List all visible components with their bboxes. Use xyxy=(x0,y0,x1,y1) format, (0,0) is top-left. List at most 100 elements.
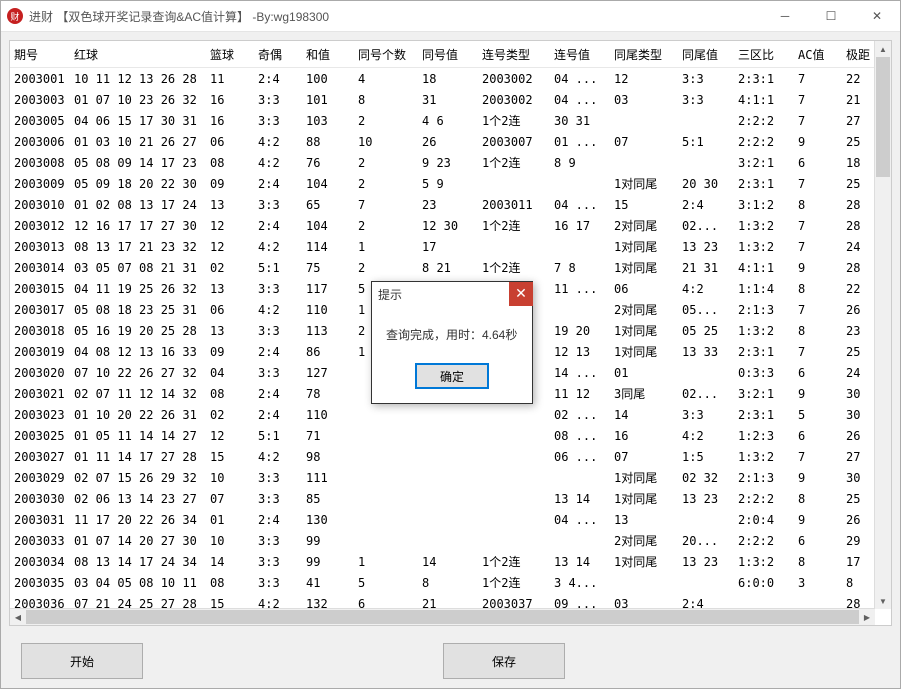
cell: 26 xyxy=(842,425,875,446)
col-header[interactable]: AC值 xyxy=(794,41,842,68)
cell: 7 8 xyxy=(550,257,610,278)
cell: 25 xyxy=(842,173,875,194)
cell: 110 xyxy=(302,299,354,320)
col-header[interactable]: 篮球 xyxy=(206,41,254,68)
cell: 3:2:1 xyxy=(734,383,794,404)
col-header[interactable]: 同号个数 xyxy=(354,41,418,68)
cell: 1:3:2 xyxy=(734,236,794,257)
cell: 1个2连 xyxy=(478,572,550,593)
save-button[interactable]: 保存 xyxy=(443,643,565,679)
cell: 02 ... xyxy=(550,404,610,425)
table-row[interactable]: 200301403 05 07 08 21 31025:17528 211个2连… xyxy=(10,257,875,278)
cell: 1:3:2 xyxy=(734,320,794,341)
table-row[interactable]: 200300504 06 15 17 30 31163:310324 61个2连… xyxy=(10,110,875,131)
table-row[interactable]: 200301308 13 17 21 23 32124:21141171对同尾1… xyxy=(10,236,875,257)
cell: 04 ... xyxy=(550,509,610,530)
cell: 6 xyxy=(794,530,842,551)
cell: 4:2 xyxy=(254,131,302,152)
col-header[interactable]: 和值 xyxy=(302,41,354,68)
cell: 12 xyxy=(206,215,254,236)
dialog-body: 查询完成，用时：4.64秒 xyxy=(372,306,532,353)
cell: 9 23 xyxy=(418,152,478,173)
cell: 2:3:1 xyxy=(734,404,794,425)
cell: 07 xyxy=(610,131,678,152)
cell: 1:3:2 xyxy=(734,215,794,236)
col-header[interactable]: 极距 xyxy=(842,41,875,68)
cell: 4:2 xyxy=(678,278,734,299)
col-header[interactable]: 同尾值 xyxy=(678,41,734,68)
col-header[interactable]: 奇偶 xyxy=(254,41,302,68)
table-row[interactable]: 200301001 02 08 13 17 24133:365723200301… xyxy=(10,194,875,215)
col-header[interactable]: 同尾类型 xyxy=(610,41,678,68)
cell: 20... xyxy=(678,530,734,551)
table-row[interactable]: 200302902 07 15 26 29 32103:31111对同尾02 3… xyxy=(10,467,875,488)
cell: 01 11 14 17 27 28 xyxy=(70,446,206,467)
cell: 6 xyxy=(794,362,842,383)
table-row[interactable]: 200303002 06 13 14 23 27073:38513 141对同尾… xyxy=(10,488,875,509)
maximize-button[interactable]: ☐ xyxy=(808,1,854,31)
table-row[interactable]: 200303607 21 24 25 27 28154:213262120030… xyxy=(10,593,875,609)
cell: 02... xyxy=(678,215,734,236)
cell: 113 xyxy=(302,320,354,341)
scroll-left-icon[interactable]: ◀ xyxy=(10,609,26,625)
table-row[interactable]: 200303111 17 20 22 26 34012:413004 ...13… xyxy=(10,509,875,530)
table-row[interactable]: 200303301 07 14 20 27 30103:3992对同尾20...… xyxy=(10,530,875,551)
cell: 13 xyxy=(206,320,254,341)
cell: 18 xyxy=(842,152,875,173)
cell: 15 xyxy=(610,194,678,215)
cell: 02 xyxy=(206,404,254,425)
cell: 2 xyxy=(354,110,418,131)
scroll-up-icon[interactable]: ▲ xyxy=(875,41,891,57)
minimize-button[interactable]: ─ xyxy=(762,1,808,31)
cell: 05... xyxy=(678,299,734,320)
col-header[interactable]: 期号 xyxy=(10,41,70,68)
cell: 86 xyxy=(302,341,354,362)
cell xyxy=(354,404,418,425)
col-header[interactable]: 同号值 xyxy=(418,41,478,68)
col-header[interactable]: 连号类型 xyxy=(478,41,550,68)
titlebar[interactable]: 财 进财 【双色球开奖记录查询&AC值计算】 -By:wg198300 ─ ☐ … xyxy=(1,1,900,32)
table-row[interactable]: 200302701 11 14 17 27 28154:29806 ...071… xyxy=(10,446,875,467)
close-button[interactable]: ✕ xyxy=(854,1,900,31)
cell: 17 xyxy=(842,551,875,572)
vertical-scrollbar[interactable]: ▲ ▼ xyxy=(874,41,891,609)
cell: 2003010 xyxy=(10,194,70,215)
cell: 13 14 xyxy=(550,488,610,509)
horizontal-scrollbar[interactable]: ◀ ▶ xyxy=(10,608,875,625)
cell: 02 32 xyxy=(678,467,734,488)
col-header[interactable]: 连号值 xyxy=(550,41,610,68)
table-row[interactable]: 200302301 10 20 22 26 31022:411002 ...14… xyxy=(10,404,875,425)
scroll-down-icon[interactable]: ▼ xyxy=(875,593,891,609)
cell: 01 xyxy=(610,362,678,383)
table-row[interactable]: 200302501 05 11 14 14 27125:17108 ...164… xyxy=(10,425,875,446)
cell: 71 xyxy=(302,425,354,446)
col-header[interactable]: 三区比 xyxy=(734,41,794,68)
table-row[interactable]: 200303408 13 14 17 24 34143:3991141个2连13… xyxy=(10,551,875,572)
cell: 12 xyxy=(206,236,254,257)
cell: 2003030 xyxy=(10,488,70,509)
cell: 2003001 xyxy=(10,68,70,90)
cell: 8 xyxy=(842,572,875,593)
cell xyxy=(550,530,610,551)
start-button[interactable]: 开始 xyxy=(21,643,143,679)
cell: 3同尾 xyxy=(610,383,678,404)
cell: 04 ... xyxy=(550,89,610,110)
table-row[interactable]: 200300110 11 12 13 26 28112:410041820030… xyxy=(10,68,875,90)
table-row[interactable]: 200300805 08 09 14 17 23084:27629 231个2连… xyxy=(10,152,875,173)
vscroll-thumb[interactable] xyxy=(876,57,890,177)
scroll-right-icon[interactable]: ▶ xyxy=(859,609,875,625)
cell xyxy=(418,425,478,446)
dialog-close-button[interactable]: ✕ xyxy=(509,282,533,306)
table-row[interactable]: 200303503 04 05 08 10 11083:341581个2连3 4… xyxy=(10,572,875,593)
table-row[interactable]: 200300601 03 10 21 26 27064:288102620030… xyxy=(10,131,875,152)
col-header[interactable]: 红球 xyxy=(70,41,206,68)
table-row[interactable]: 200301212 16 17 17 27 30122:4104212 301个… xyxy=(10,215,875,236)
dialog-ok-button[interactable]: 确定 xyxy=(415,363,489,389)
cell xyxy=(354,446,418,467)
hscroll-thumb[interactable] xyxy=(26,610,859,624)
table-row[interactable]: 200300301 07 10 23 26 32163:310183120030… xyxy=(10,89,875,110)
table-row[interactable]: 200300905 09 18 20 22 30092:410425 91对同尾… xyxy=(10,173,875,194)
cell: 02 xyxy=(206,257,254,278)
dialog-titlebar[interactable]: 提示 ✕ xyxy=(372,282,532,306)
cell: 2003035 xyxy=(10,572,70,593)
